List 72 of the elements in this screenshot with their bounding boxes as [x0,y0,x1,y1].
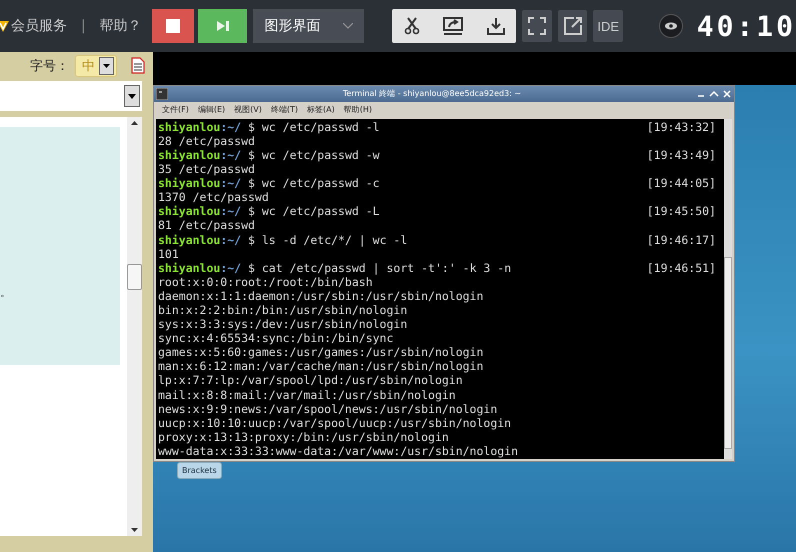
font-size-label: 字号： [30,58,69,74]
member-service-link[interactable]: 会员服务 [0,17,67,35]
output-line: www-data:x:33:33:www-data:/var/www:/usr/sbin/nologin [158,444,518,458]
timestamp: [19:44:05] [646,176,717,190]
output-line: 101 [158,246,179,261]
prompt-line: shiyanlou:~/ $ wc /etc/passwd -w [158,148,380,162]
scrollbar[interactable] [127,117,142,536]
stop-button[interactable] [152,9,194,43]
prompt-line: shiyanlou:~/ $ cat /etc/passwd | sort -t':' -k 3 -n [158,260,512,275]
menu-item[interactable]: 标签(A) [307,104,335,116]
output-line: 28 /etc/passwd [158,134,255,148]
timestamp: [19:45:50] [646,204,717,218]
close-icon[interactable] [722,88,732,99]
menu-item[interactable]: 终端(T) [270,104,298,116]
scissors-icon[interactable] [404,17,420,35]
output-line: man:x:6:12:man:/var/cache/man:/usr/sbin/nologin [158,359,484,374]
dropdown-arrow-icon [103,64,110,68]
eye-icon [664,22,677,30]
output-line: sync:x:4:65534:sync:/bin:/bin/sync [158,331,394,346]
prompt-line: shiyanlou:~/ $ wc /etc/passwd -l [158,120,380,134]
timestamp: [19:46:17] [646,232,717,247]
timestamp: [19:43:32] [646,120,717,134]
menu-item[interactable]: 帮助(H) [344,104,372,116]
open-external-button[interactable] [558,10,588,42]
output-line: mail:x:8:8:mail:/var/mail:/usr/sbin/nologin [158,388,456,402]
output-line: 1370 /etc/passwd [158,190,269,204]
download-icon[interactable] [486,17,504,35]
scroll-up-icon[interactable] [131,121,138,125]
output-line: bin:x:2:2:bin:/bin:/usr/sbin/nologin [158,302,408,318]
menu-item[interactable]: 文件(F) [162,104,189,116]
maximize-icon[interactable] [709,88,719,99]
separator-text: | [81,18,86,34]
external-link-icon [564,17,582,35]
prompt-line: shiyanlou:~/ $ wc /etc/passwd -c [158,176,380,190]
output-line: sys:x:3:3:sys:/dev:/usr/sbin/nologin [158,317,408,332]
dropdown-arrow-icon [128,94,136,98]
window-title: Terminal 終端 - shiyanlou@8ee5dca92ed3: ~ [342,88,522,100]
fullscreen-button[interactable] [522,10,552,42]
scroll-down-icon[interactable] [131,528,138,532]
terminal-scrollbar[interactable] [724,118,732,459]
timestamp: [19:46:51] [646,260,717,275]
output-line: daemon:x:1:1:daemon:/usr/sbin:/usr/sbin/nologin [158,288,484,303]
document-icon[interactable] [131,57,145,74]
ide-button[interactable]: IDE [593,10,624,42]
scroll-thumb[interactable] [127,264,142,290]
terminal-icon [156,88,168,100]
output-line: lp:x:7:7:lp:/var/spool/lpd:/usr/sbin/nologin [158,373,463,388]
output-line: root:x:0:0:root:/root:/bin/bash [158,274,373,289]
v-badge-icon [0,19,10,33]
prompt-line: shiyanlou:~/ $ wc /etc/passwd -L [158,204,380,218]
text-fragment: 。 [0,285,11,300]
timestamp: [19:43:49] [646,148,717,162]
stop-icon [166,19,180,33]
fullscreen-icon [528,17,546,35]
chevron-icon [342,23,353,29]
prompt-line: shiyanlou:~/ $ ls -d /etc/*/ | wc -l [158,232,408,247]
mode-dropdown[interactable]: 图形界面 [253,9,364,43]
menu-item[interactable]: 视图(V) [234,104,262,116]
menu-item[interactable]: 编辑(E) [198,104,226,116]
output-line: proxy:x:13:13:proxy:/bin:/usr/sbin/nologin [158,430,449,444]
select-field[interactable] [0,81,142,111]
output-line: news:x:9:9:news:/var/spool/news:/usr/sbin/nologin [158,402,498,416]
skip-icon [216,21,229,31]
eye-button[interactable] [659,14,683,38]
screen-share-icon[interactable] [443,17,464,35]
countdown-timer: 40:10 [696,10,796,42]
dock-item[interactable]: Brackets [177,462,222,479]
output-line: uucp:x:10:10:uucp:/var/spool/uucp:/usr/sbin/nologin [158,416,512,430]
output-line: 81 /etc/passwd [158,218,255,232]
help-link[interactable]: 帮助？ [100,17,142,35]
output-line: games:x:5:60:games:/usr/games:/usr/sbin/nologin [158,345,484,360]
output-line: 35 /etc/passwd [158,162,255,176]
